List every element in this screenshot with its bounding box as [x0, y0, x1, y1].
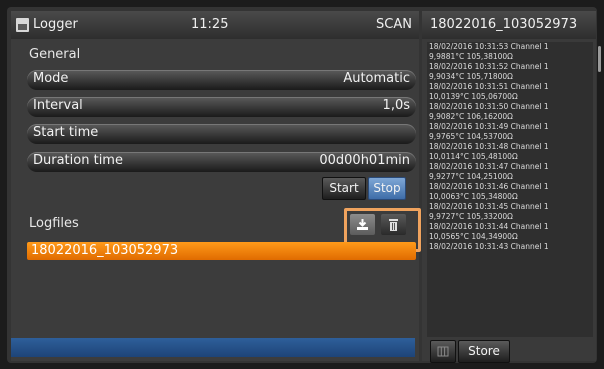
logfile-name: 18022016_103052973 — [31, 243, 179, 258]
log-file-title: 18022016_103052973 — [430, 17, 578, 32]
logfile-item[interactable]: 18022016_103052973 — [27, 242, 416, 260]
log-line: 18/02/2016 10:31:52 Channel 1 — [429, 62, 549, 71]
log-line: 18/02/2016 10:31:45 Channel 1 — [429, 202, 549, 211]
log-line: 9,9034°C 105,71800Ω — [429, 72, 513, 81]
top-bar: Logger 11:25 SCAN — [11, 11, 419, 39]
mode-row[interactable]: Mode Automatic — [27, 70, 416, 90]
log-line: 18/02/2016 10:31:51 Channel 1 — [429, 82, 549, 91]
store-button[interactable]: Store — [458, 340, 510, 363]
app-title: Logger — [33, 17, 78, 32]
scrollbar[interactable] — [598, 46, 601, 72]
log-line: 9,9765°C 104,53700Ω — [429, 132, 513, 141]
interval-label: Interval — [33, 98, 83, 113]
log-line: 18/02/2016 10:31:50 Channel 1 — [429, 102, 549, 111]
scan-mode-label: SCAN — [376, 17, 412, 32]
log-line: 10,0063°C 105,34800Ω — [429, 192, 518, 201]
interval-row[interactable]: Interval 1,0s — [27, 97, 416, 117]
log-line: 18/02/2016 10:31:47 Channel 1 — [429, 162, 549, 171]
duration-time-row[interactable]: Duration time 00d00h01min — [27, 152, 416, 172]
mode-label: Mode — [33, 71, 69, 86]
log-toolbar: Store — [422, 340, 596, 363]
duration-time-label: Duration time — [33, 153, 123, 168]
log-line: 9,9727°C 105,33200Ω — [429, 212, 513, 221]
log-list[interactable]: 18/02/2016 10:31:53 Channel 1 9,9881°C 10… — [427, 42, 593, 337]
grid-button[interactable] — [430, 340, 456, 363]
log-line: 18/02/2016 10:31:43 Channel 1 — [429, 242, 549, 251]
status-bar — [11, 338, 415, 357]
logger-panel: Logger 11:25 SCAN General Mode Automatic… — [11, 11, 421, 361]
device-screen: Logger 11:25 SCAN General Mode Automatic… — [7, 7, 601, 363]
log-line: 10,0114°C 105,48100Ω — [429, 152, 518, 161]
log-title-bar: 18022016_103052973 — [422, 11, 596, 39]
logger-icon — [16, 18, 29, 32]
mode-value: Automatic — [343, 71, 410, 86]
logfiles-section-title: Logfiles — [29, 216, 79, 231]
duration-time-value: 00d00h01min — [319, 153, 410, 168]
log-line: 18/02/2016 10:31:46 Channel 1 — [429, 182, 549, 191]
grid-icon — [437, 346, 449, 357]
start-time-label: Start time — [33, 125, 99, 140]
log-panel: 18022016_103052973 18/02/2016 10:31:53 C… — [422, 11, 601, 363]
clock: 11:25 — [191, 17, 229, 32]
log-line: 10,0139°C 105,06700Ω — [429, 92, 518, 101]
log-line: 18/02/2016 10:31:49 Channel 1 — [429, 122, 549, 131]
start-time-row[interactable]: Start time — [27, 124, 416, 144]
start-button[interactable]: Start — [322, 177, 366, 200]
log-line: 9,9082°C 106,16200Ω — [429, 112, 513, 121]
general-section-title: General — [29, 47, 81, 62]
log-line: 18/02/2016 10:31:53 Channel 1 — [429, 42, 549, 51]
log-line: 18/02/2016 10:31:44 Channel 1 — [429, 222, 549, 231]
stop-button[interactable]: Stop — [368, 177, 406, 200]
log-line: 18/02/2016 10:31:48 Channel 1 — [429, 142, 549, 151]
interval-value: 1,0s — [382, 98, 410, 113]
log-line: 10,0565°C 104,34900Ω — [429, 232, 518, 241]
log-line: 9,9277°C 104,25100Ω — [429, 172, 513, 181]
log-line: 9,9881°C 105,38100Ω — [429, 52, 513, 61]
